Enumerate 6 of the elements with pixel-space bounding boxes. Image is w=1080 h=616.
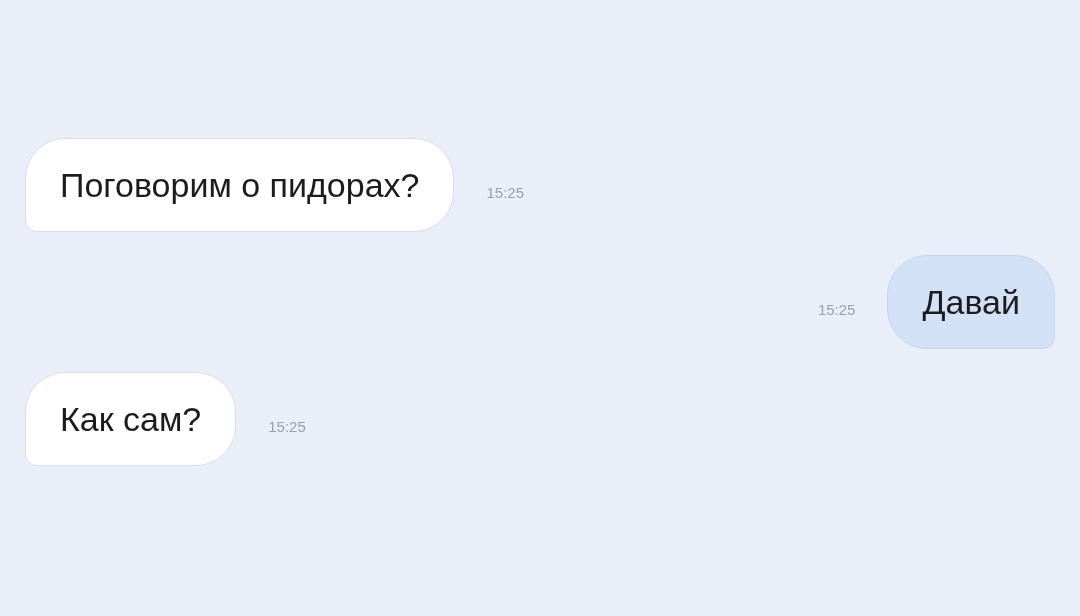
message-time: 15:25 [486, 183, 524, 201]
message-time: 15:25 [268, 417, 306, 435]
received-message-bubble: Поговорим о пидорах? [25, 138, 455, 232]
received-message-bubble: Как сам? [25, 372, 237, 466]
sent-message-bubble: Давай [887, 255, 1055, 349]
message-time: 15:25 [817, 300, 856, 318]
